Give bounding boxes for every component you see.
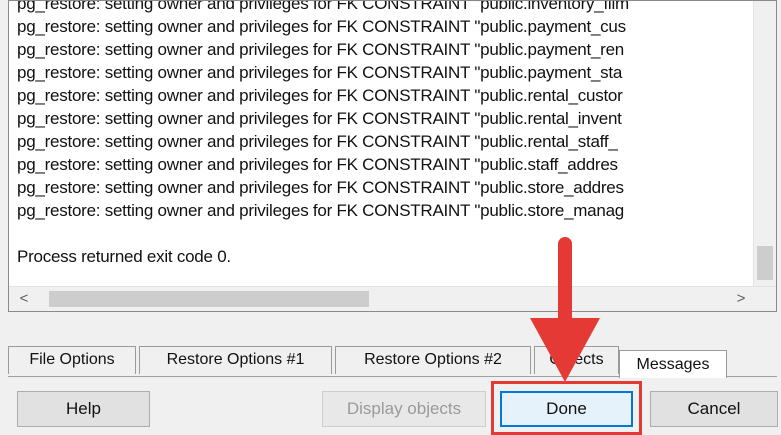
horizontal-scrollbar[interactable]: < > xyxy=(9,286,776,311)
exit-message: Process returned exit code 0. xyxy=(17,247,231,266)
vertical-scrollbar[interactable]: v xyxy=(753,1,776,299)
tab-messages[interactable]: Messages xyxy=(619,350,727,378)
log-line: pg_restore: setting owner and privileges… xyxy=(17,155,618,174)
horizontal-scroll-thumb[interactable] xyxy=(49,291,369,307)
tab-restore-options-1[interactable]: Restore Options #1 xyxy=(139,346,332,374)
tab-file-options[interactable]: File Options xyxy=(8,346,136,374)
scroll-right-arrow-icon[interactable]: > xyxy=(730,287,752,311)
log-line: pg_restore: setting owner and privileges… xyxy=(17,109,622,128)
cancel-button[interactable]: Cancel xyxy=(650,391,778,427)
log-line: pg_restore: setting owner and privileges… xyxy=(17,0,629,13)
scroll-left-arrow-icon[interactable]: < xyxy=(13,287,35,311)
messages-log-panel[interactable]: pg_restore: setting owner and privileges… xyxy=(8,0,777,312)
log-line: pg_restore: setting owner and privileges… xyxy=(17,63,623,82)
log-line: pg_restore: setting owner and privileges… xyxy=(17,40,625,59)
log-line: pg_restore: setting owner and privileges… xyxy=(17,178,624,197)
tab-restore-options-2[interactable]: Restore Options #2 xyxy=(335,346,531,374)
log-line: pg_restore: setting owner and privileges… xyxy=(17,17,626,36)
log-line: pg_restore: setting owner and privileges… xyxy=(17,201,625,220)
help-button[interactable]: Help xyxy=(17,391,150,427)
log-line: pg_restore: setting owner and privileges… xyxy=(17,86,623,105)
log-line: pg_restore: setting owner and privileges… xyxy=(17,132,618,151)
tab-objects[interactable]: Objects xyxy=(534,346,619,374)
done-button[interactable]: Done xyxy=(500,391,633,427)
tab-bar: File Options Restore Options #1 Restore … xyxy=(8,344,777,378)
log-lines: pg_restore: setting owner and privileges… xyxy=(17,0,750,298)
log-blank-line xyxy=(17,222,750,245)
display-objects-button[interactable]: Display objects xyxy=(322,391,486,427)
vertical-scroll-thumb[interactable] xyxy=(757,246,773,280)
